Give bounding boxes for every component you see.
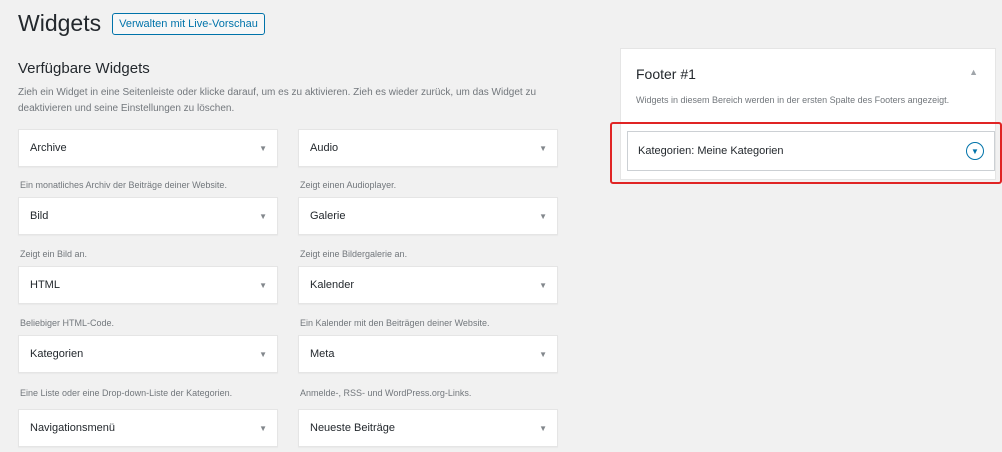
assigned-widget-kategorien[interactable]: Kategorien: Meine Kategorien ▼	[627, 131, 995, 171]
caret-down-icon[interactable]: ▼	[539, 281, 547, 290]
widget-description: Anmelde-, RSS- und WordPress.org-Links.	[300, 388, 472, 398]
assigned-widget-title: Kategorien: Meine Kategorien	[638, 145, 784, 157]
widget-name: Galerie	[310, 210, 346, 222]
widget-meta[interactable]: Meta ▼	[298, 335, 558, 373]
widget-navigationsmenu[interactable]: Navigationsmenü ▼	[18, 409, 278, 447]
widget-name: Kategorien	[30, 348, 84, 360]
widget-description: Zeigt eine Bildergalerie an.	[300, 249, 408, 259]
widget-description: Eine Liste oder eine Drop-down-Liste der…	[20, 388, 233, 398]
available-widgets-description: Zieh ein Widget in eine Seitenleiste ode…	[18, 87, 537, 114]
caret-down-icon[interactable]: ▼	[539, 424, 547, 433]
widget-name: Kalender	[310, 279, 355, 291]
widget-description: Beliebiger HTML-Code.	[20, 318, 115, 328]
caret-down-icon[interactable]: ▼	[259, 281, 267, 290]
widget-html[interactable]: HTML ▼	[18, 266, 278, 304]
widget-name: Navigationsmenü	[30, 422, 115, 434]
widget-galerie[interactable]: Galerie ▼	[298, 197, 558, 235]
widget-description: Ein monatliches Archiv der Beiträge dein…	[20, 180, 227, 190]
widget-name: HTML	[30, 279, 60, 291]
live-preview-button[interactable]: Verwalten mit Live-Vorschau	[112, 12, 265, 35]
caret-down-icon[interactable]: ▼	[259, 350, 267, 359]
widget-description: Zeigt ein Bild an.	[20, 249, 88, 259]
expand-toggle-icon[interactable]: ▼	[966, 142, 984, 160]
widget-name: Audio	[310, 142, 339, 154]
page-title: Widgets	[18, 10, 102, 36]
caret-down-icon[interactable]: ▼	[259, 212, 267, 221]
widget-name: Archive	[30, 142, 67, 154]
widget-description: Zeigt einen Audioplayer.	[300, 180, 397, 190]
sidebar-description: Widgets in diesem Bereich werden in der …	[636, 95, 950, 105]
caret-down-icon[interactable]: ▼	[539, 144, 547, 153]
collapse-arrow-icon[interactable]: ▲	[969, 67, 978, 77]
widget-kategorien[interactable]: Kategorien ▼	[18, 335, 278, 373]
widget-kalender[interactable]: Kalender ▼	[298, 266, 558, 304]
widget-audio[interactable]: Audio ▼	[298, 129, 558, 167]
available-widgets-title: Verfügbare Widgets	[18, 60, 150, 77]
widget-neueste-beitraege[interactable]: Neueste Beiträge ▼	[298, 409, 558, 447]
caret-down-icon[interactable]: ▼	[259, 424, 267, 433]
widget-name: Bild	[30, 210, 49, 222]
widget-archive[interactable]: Archive ▼	[18, 129, 278, 167]
widget-description: Ein Kalender mit den Beiträgen deiner We…	[300, 318, 490, 328]
sidebar-title: Footer #1	[636, 66, 696, 82]
page-header: Widgets Verwalten mit Live-Vorschau	[18, 10, 265, 37]
widget-name: Meta	[310, 348, 335, 360]
caret-down-icon[interactable]: ▼	[539, 350, 547, 359]
widget-name: Neueste Beiträge	[310, 422, 395, 434]
widget-bild[interactable]: Bild ▼	[18, 197, 278, 235]
caret-down-icon[interactable]: ▼	[539, 212, 547, 221]
caret-down-icon[interactable]: ▼	[259, 144, 267, 153]
